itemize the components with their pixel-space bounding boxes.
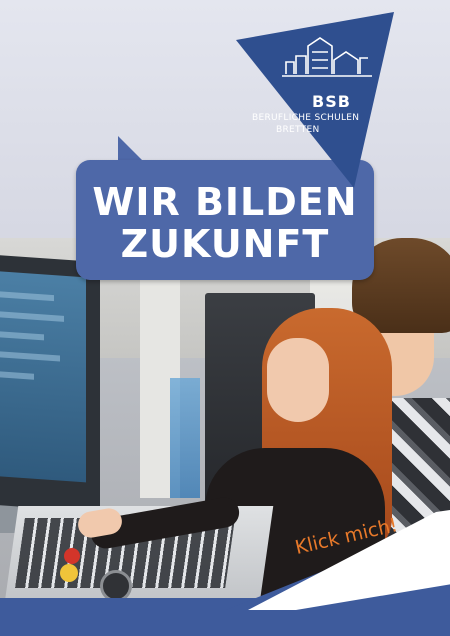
photo-monitor-screen [0,270,86,483]
photo-blue-light [170,378,200,498]
screen-row [0,350,60,362]
logo-abbreviation: BSB [312,92,351,111]
photo-girl-face [267,338,329,422]
poster-banner[interactable]: WIR BILDEN ZUKUNFT BSB BERUFLICHE SCHULE… [0,0,450,636]
screen-row [0,370,34,380]
cta-ribbon[interactable] [226,500,450,610]
screen-row [0,290,54,302]
photo-yellow-button [60,564,78,582]
logo-town: BRETTEN [276,125,320,135]
headline-line-2: ZUKUNFT [120,222,330,266]
screen-row [0,330,44,341]
photo-red-button [64,548,80,564]
logo-school-type: BERUFLICHE SCHULEN [252,113,360,123]
speech-bubble-tail [118,136,144,162]
screen-row [0,310,64,322]
